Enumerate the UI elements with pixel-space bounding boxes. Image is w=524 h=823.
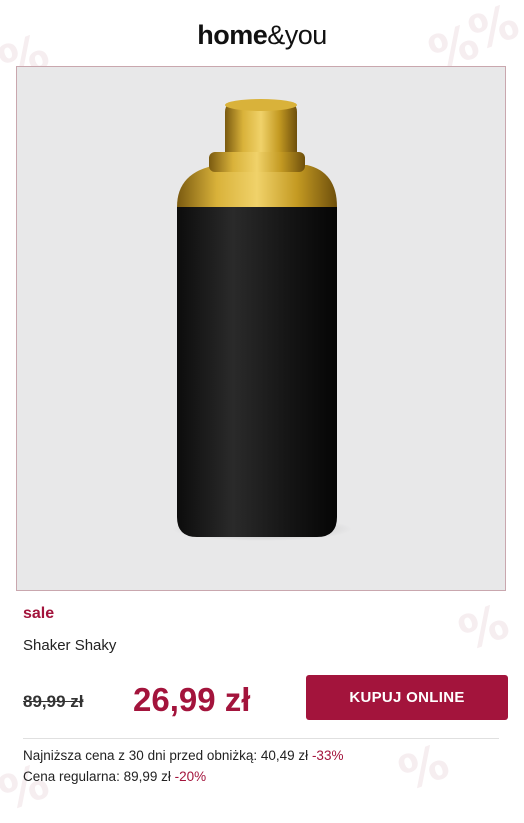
lowest-price-label: Najniższa cena z 30 dni przed obniżką: 4… [23, 748, 309, 763]
product-image[interactable] [16, 66, 506, 591]
shaker-image [17, 67, 505, 590]
product-name[interactable]: Shaker Shaky [23, 637, 116, 654]
logo-light-text: you [284, 20, 328, 50]
buy-online-button[interactable]: KUPUJ ONLINE [306, 675, 508, 720]
lowest-price-percent: -33% [311, 748, 344, 763]
brand-logo[interactable]: home&you [0, 20, 524, 51]
lowest-price-info: Najniższa cena z 30 dni przed obniżką: 4… [23, 748, 343, 763]
regular-price-percent: -20% [174, 769, 207, 784]
regular-price-label: Cena regularna: 89,99 zł [23, 769, 171, 784]
sale-badge: sale [23, 605, 55, 622]
regular-price-info: Cena regularna: 89,99 zł -20% [23, 769, 206, 784]
old-price: 89,99 zł [23, 692, 84, 711]
logo-bold-text: home [197, 20, 268, 50]
new-price: 26,99 zł [133, 681, 251, 718]
logo-ampersand: & [267, 20, 285, 50]
divider [23, 738, 499, 739]
